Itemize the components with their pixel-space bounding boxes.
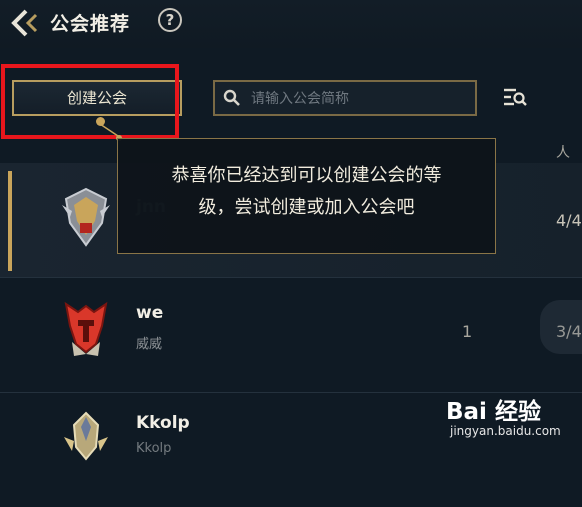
tooltip-line-1: 恭喜你已经达到可以创建公会的等 xyxy=(171,165,442,186)
guild-level: 1 xyxy=(462,322,473,341)
help-icon[interactable]: ? xyxy=(158,8,182,32)
watermark: Bai 经验 jingyan.baidu.com xyxy=(446,392,582,445)
search-input[interactable] xyxy=(249,86,473,112)
page-title: 公会推荐 xyxy=(50,13,131,35)
scroll-handle[interactable] xyxy=(540,300,582,354)
back-arrow-icon[interactable] xyxy=(10,8,44,38)
search-icon xyxy=(223,89,240,106)
guild-name: we xyxy=(136,303,164,323)
create-guild-button[interactable]: 创建公会 xyxy=(12,80,182,116)
search-box[interactable] xyxy=(213,80,477,116)
tooltip-line-2: 级，尝试创建或加入公会吧 xyxy=(198,197,415,218)
watermark-brand: Bai 经验 xyxy=(446,399,541,425)
watermark-url: jingyan.baidu.com xyxy=(450,424,561,438)
guild-leader: 威威 xyxy=(136,337,163,352)
filter-icon[interactable] xyxy=(502,86,528,108)
red-helmet-icon xyxy=(64,301,108,356)
top-bar: 公会推荐 ? xyxy=(0,0,582,48)
level-tooltip: 恭喜你已经达到可以创建公会的等 级，尝试创建或加入公会吧 xyxy=(117,138,496,254)
silver-crest-icon xyxy=(62,187,110,247)
guild-row[interactable]: we 威威 1 3/4 xyxy=(0,278,582,392)
gold-crest-icon xyxy=(64,411,108,461)
guild-leader: Kkolp xyxy=(136,441,172,456)
selection-accent xyxy=(8,171,12,271)
guild-member-count: 4/4 xyxy=(556,211,582,230)
guild-name: Kkolp xyxy=(136,413,190,433)
